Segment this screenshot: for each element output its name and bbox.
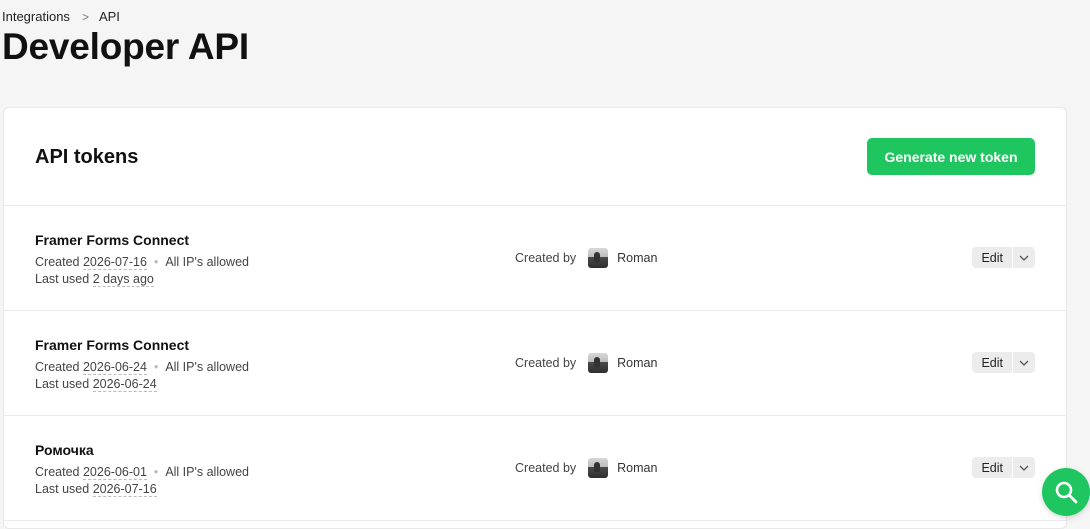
edit-button-group: Edit (972, 457, 1035, 478)
token-row: Framer Forms Connect Created 2026-07-16 •… (4, 206, 1066, 311)
api-tokens-card: API tokens Generate new token Framer For… (3, 107, 1067, 529)
created-by-label: Created by (515, 461, 577, 475)
author-name: Roman (617, 461, 658, 475)
author-name: Roman (617, 356, 658, 370)
card-title: API tokens (35, 146, 139, 168)
edit-button-group: Edit (972, 352, 1035, 373)
breadcrumb-integrations-link[interactable]: Integrations (2, 9, 70, 24)
last-used-value: 2026-07-16 (92, 481, 157, 497)
created-label: Created (35, 360, 80, 374)
breadcrumb-current: API (98, 9, 120, 24)
meta-bullet: • (153, 255, 159, 269)
ip-text: All IP's allowed (165, 255, 249, 269)
created-date: 2026-06-24 (82, 360, 147, 375)
created-by-label: Created by (515, 356, 577, 370)
last-used-label: Last used (35, 376, 90, 391)
token-menu-button[interactable] (1013, 352, 1035, 373)
token-row: Ромочка Created 2026-06-01 • All IP's allo… (4, 416, 1066, 521)
token-row: Framer Forms Connect Created 2026-06-24 •… (4, 311, 1066, 416)
token-menu-button[interactable] (1013, 457, 1035, 478)
edit-button-group: Edit (972, 247, 1035, 268)
token-name: Framer Forms Connect (35, 232, 190, 248)
avatar (588, 248, 609, 268)
meta-bullet: • (153, 465, 159, 479)
search-icon (1055, 481, 1078, 504)
token-meta: Created 2026-06-24 • All IP's allowed Last… (35, 359, 249, 392)
last-used-label: Last used (35, 271, 90, 286)
avatar (588, 353, 609, 373)
edit-button[interactable]: Edit (972, 457, 1012, 478)
created-by: Created by Roman (515, 458, 657, 478)
last-used-label: Last used (35, 481, 90, 496)
created-date: 2026-07-16 (82, 255, 147, 270)
avatar (588, 458, 609, 478)
help-search-button[interactable] (1042, 468, 1090, 516)
token-name: Framer Forms Connect (35, 337, 190, 353)
chevron-down-icon (1019, 255, 1029, 261)
token-menu-button[interactable] (1013, 247, 1035, 268)
created-by-label: Created by (515, 251, 577, 265)
created-label: Created (35, 465, 80, 479)
created-label: Created (35, 255, 80, 269)
token-meta: Created 2026-07-16 • All IP's allowed Last… (35, 254, 249, 287)
chevron-down-icon (1019, 465, 1029, 471)
ip-text: All IP's allowed (165, 465, 249, 479)
breadcrumb-separator: > (81, 9, 89, 24)
edit-button[interactable]: Edit (972, 352, 1012, 373)
meta-bullet: • (153, 360, 159, 374)
created-date: 2026-06-01 (82, 465, 147, 480)
last-used-value: 2 days ago (92, 271, 154, 287)
generate-token-button[interactable]: Generate new token (867, 138, 1035, 175)
card-header: API tokens Generate new token (4, 108, 1066, 206)
token-meta: Created 2026-06-01 • All IP's allowed Last… (35, 464, 249, 497)
edit-button[interactable]: Edit (972, 247, 1012, 268)
ip-text: All IP's allowed (165, 360, 249, 374)
chevron-down-icon (1019, 360, 1029, 366)
author-name: Roman (617, 251, 658, 265)
created-by: Created by Roman (515, 248, 657, 268)
created-by: Created by Roman (515, 353, 657, 373)
token-name: Ромочка (35, 442, 94, 458)
breadcrumb: Integrations > API (2, 9, 120, 24)
last-used-value: 2026-06-24 (92, 376, 157, 392)
page-title: Developer API (2, 26, 249, 67)
